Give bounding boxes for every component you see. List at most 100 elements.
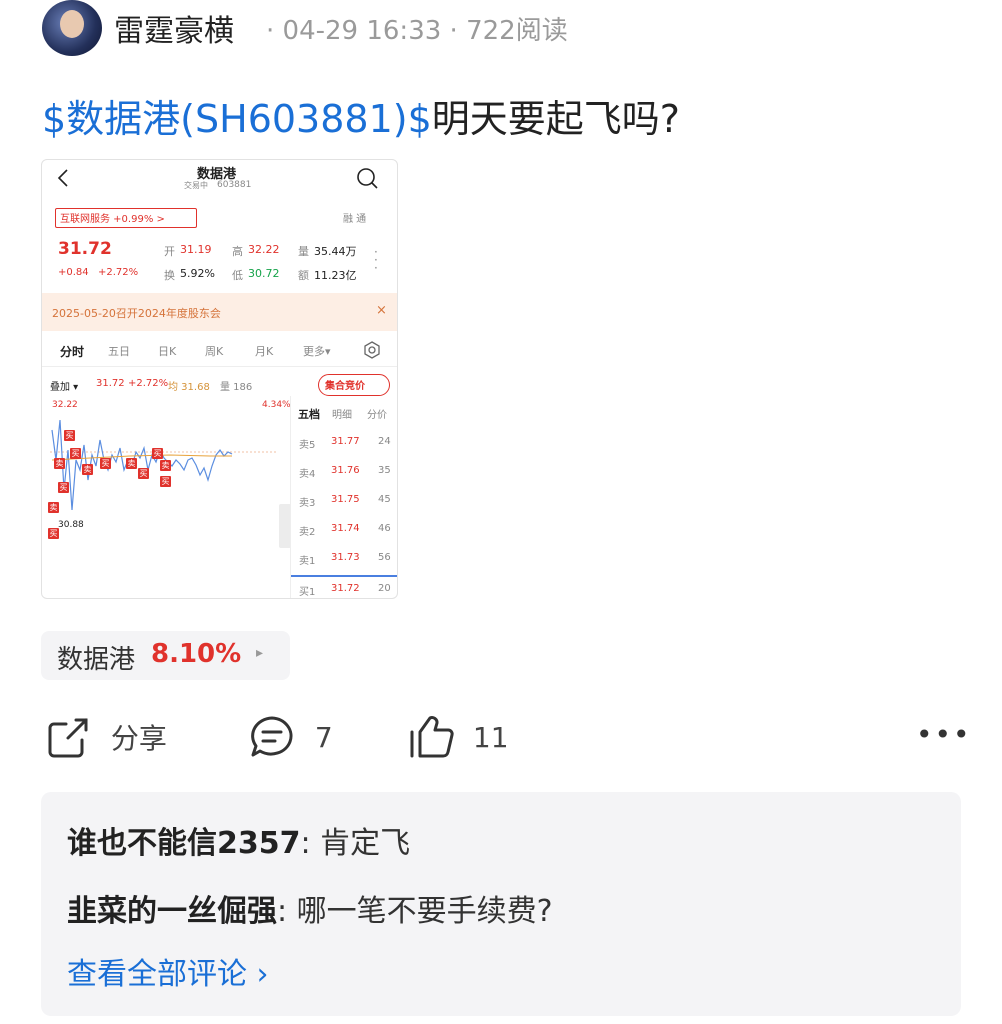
buy-marker: 买 bbox=[70, 448, 81, 459]
author-avatar[interactable] bbox=[42, 0, 102, 56]
comment-user[interactable]: 谁也不能信2357 bbox=[67, 826, 301, 861]
meta-separator: · bbox=[266, 16, 275, 46]
side-tab-detail: 明细 bbox=[332, 410, 352, 421]
app-trading-status: 交易中 bbox=[184, 181, 208, 190]
auction-button: 集合竞价 bbox=[325, 381, 365, 392]
app-stock-code: 603881 bbox=[217, 180, 252, 190]
amount-label: 额 bbox=[298, 269, 309, 282]
margin-labels: 融 通 bbox=[343, 214, 367, 225]
low-value: 30.72 bbox=[248, 267, 280, 280]
share-label: 分享 bbox=[110, 722, 167, 755]
tab-more: 更多▾ bbox=[303, 345, 331, 358]
buy-marker: 买 bbox=[138, 468, 149, 479]
comment-separator: : bbox=[300, 826, 311, 861]
book-qty: 45 bbox=[378, 494, 391, 505]
book-label: 卖1 bbox=[299, 556, 316, 567]
buy-marker: 买 bbox=[58, 482, 69, 493]
book-price: 31.77 bbox=[331, 436, 360, 447]
comment-item[interactable]: 韭菜的一丝倔强: 哪一笔不要手续费? bbox=[67, 886, 553, 930]
post-title: $数据港(SH603881)$明天要起飞吗? bbox=[42, 88, 680, 143]
author-name[interactable]: 雷霆豪横 bbox=[114, 6, 234, 50]
side-tab-five: 五档 bbox=[298, 408, 320, 421]
search-icon bbox=[357, 168, 378, 189]
side-tab-price: 分价 bbox=[367, 410, 387, 421]
comment-text: 肯定飞 bbox=[320, 826, 411, 861]
book-price: 31.75 bbox=[331, 494, 360, 505]
low-label: 低 bbox=[232, 269, 243, 282]
book-qty: 46 bbox=[378, 523, 391, 534]
comment-icon bbox=[251, 716, 293, 757]
post-views: 722阅读 bbox=[466, 16, 568, 46]
comment-text: 哪一笔不要手续费? bbox=[296, 894, 553, 929]
overlay-price: 31.72 bbox=[96, 378, 125, 389]
sell-marker: 卖 bbox=[160, 460, 171, 471]
app-change-pct: +2.72% bbox=[98, 267, 139, 278]
stock-chip-change: 8.10% bbox=[151, 639, 242, 669]
buy-marker: 买 bbox=[100, 458, 111, 469]
overlay-pct: +2.72% bbox=[128, 378, 169, 389]
book-price: 31.74 bbox=[331, 523, 360, 534]
comment-button[interactable]: 7 bbox=[248, 714, 333, 760]
share-icon bbox=[48, 718, 88, 758]
tabs-divider bbox=[42, 366, 397, 367]
sector-tag: 互联网服务 +0.99% > bbox=[60, 214, 165, 225]
book-label: 卖5 bbox=[299, 440, 316, 451]
comment-user[interactable]: 韭菜的一丝倔强 bbox=[67, 894, 277, 929]
avg-label: 均 31.68 bbox=[168, 382, 210, 393]
close-icon: × bbox=[376, 303, 387, 318]
stock-chip-name: 数据港 bbox=[57, 645, 136, 675]
like-count: 11 bbox=[472, 720, 509, 754]
book-qty: 20 bbox=[378, 583, 391, 594]
buy-marker: 买 bbox=[48, 528, 59, 539]
amount-value: 11.23亿 bbox=[314, 269, 357, 282]
comment-count: 7 bbox=[314, 720, 333, 754]
buy-marker: 买 bbox=[64, 430, 75, 441]
more-options-icon[interactable]: ••• bbox=[916, 718, 972, 751]
meta-separator: · bbox=[449, 16, 458, 46]
post-meta: · 04-29 16:33 · 722阅读 bbox=[266, 10, 568, 47]
buy-marker: 买 bbox=[160, 476, 171, 487]
high-value: 32.22 bbox=[248, 243, 280, 256]
sell-marker: 卖 bbox=[54, 458, 65, 469]
open-value: 31.19 bbox=[180, 243, 212, 256]
high-label: 高 bbox=[232, 245, 243, 258]
notice-text: 2025-05-20召开2024年度股东会 bbox=[52, 307, 221, 320]
vol-label: 量 186 bbox=[220, 382, 253, 393]
more-dots-icon: · · · bbox=[374, 245, 378, 275]
turnover-value: 5.92% bbox=[180, 267, 215, 280]
comment-separator: : bbox=[277, 894, 288, 929]
book-label: 卖3 bbox=[299, 498, 316, 509]
book-price: 31.72 bbox=[331, 583, 360, 594]
tab-daily-k: 日K bbox=[158, 345, 177, 358]
attached-image[interactable]: 数据港 交易中 603881 互联网服务 +0.99% > 融 通 31.72 … bbox=[41, 159, 398, 599]
book-label: 卖2 bbox=[299, 527, 316, 538]
tab-monthly-k: 月K bbox=[255, 345, 274, 358]
buy-marker: 买 bbox=[152, 448, 163, 459]
turnover-label: 换 bbox=[164, 269, 175, 282]
book-label: 卖4 bbox=[299, 469, 316, 480]
volume-label: 量 bbox=[298, 245, 309, 258]
stock-link[interactable]: $数据港(SH603881)$ bbox=[42, 97, 432, 141]
app-price: 31.72 bbox=[58, 239, 112, 259]
stock-chip[interactable]: 数据港 8.10% ▸ bbox=[41, 631, 290, 680]
book-qty: 24 bbox=[378, 436, 391, 447]
post-time: 04-29 16:33 bbox=[282, 16, 442, 46]
settings-icon bbox=[364, 341, 380, 359]
view-all-comments-link[interactable]: 查看全部评论 › bbox=[67, 949, 269, 993]
bid-ask-divider bbox=[291, 575, 397, 577]
thumbs-up-icon bbox=[410, 716, 454, 758]
book-qty: 35 bbox=[378, 465, 391, 476]
book-label: 买1 bbox=[299, 587, 316, 598]
chevron-right-icon: ▸ bbox=[256, 645, 264, 661]
tab-intraday: 分时 bbox=[60, 345, 85, 359]
comment-item[interactable]: 谁也不能信2357: 肯定飞 bbox=[67, 818, 410, 862]
volume-value: 35.44万 bbox=[314, 245, 357, 258]
post-title-text: 明天要起飞吗? bbox=[431, 97, 680, 141]
back-icon bbox=[57, 169, 68, 187]
share-button[interactable]: 分享 bbox=[46, 714, 167, 760]
tab-weekly-k: 周K bbox=[205, 345, 224, 358]
like-button[interactable]: 11 bbox=[406, 714, 509, 760]
book-price: 31.73 bbox=[331, 552, 360, 563]
comment-preview-box: 谁也不能信2357: 肯定飞 韭菜的一丝倔强: 哪一笔不要手续费? 查看全部评论… bbox=[41, 792, 961, 1016]
tab-five-day: 五日 bbox=[108, 345, 130, 358]
